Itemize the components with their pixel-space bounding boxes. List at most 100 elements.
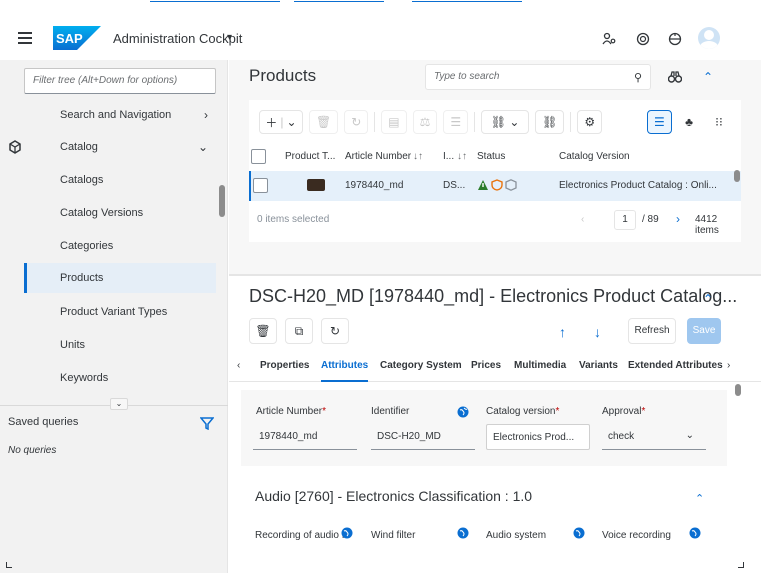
binoculars-icon[interactable] xyxy=(666,68,684,86)
collapse-queries-button[interactable]: ⌄ xyxy=(110,398,128,410)
refresh-icon[interactable]: ↻ xyxy=(321,318,349,344)
refresh-button[interactable]: Refresh xyxy=(628,318,676,344)
grid-view-icon[interactable]: ⁝⁝ xyxy=(707,110,731,134)
field-label-article-number: Article Number* xyxy=(256,406,327,417)
globe-icon[interactable] xyxy=(689,527,701,539)
sidebar-scrollbar[interactable] xyxy=(219,185,225,217)
collapse-icon[interactable]: ⌃ xyxy=(699,68,717,86)
field-label-catalog-version: Catalog version* xyxy=(486,406,560,417)
top-link[interactable] xyxy=(294,0,384,2)
add-button[interactable]: ＋ | ⌄ xyxy=(259,110,303,134)
top-link[interactable] xyxy=(412,0,522,2)
filter-icon[interactable] xyxy=(200,416,214,430)
article-number-field[interactable]: 1978440_md xyxy=(253,424,357,450)
sidebar-item-products[interactable]: Products xyxy=(24,263,216,293)
prev-page-icon[interactable]: ‹ xyxy=(581,214,584,225)
sort-icon[interactable]: ↓↑ xyxy=(413,151,423,162)
sort-icon[interactable]: ↓↑ xyxy=(457,151,467,162)
search-icon[interactable]: ⚲ xyxy=(634,71,642,84)
sap-logo: SAP xyxy=(53,26,101,50)
col-product-type[interactable]: Product T... xyxy=(285,151,335,162)
sidebar-item-search-navigation[interactable]: Search and Navigation › xyxy=(24,100,216,130)
sidebar-item-product-variant-types[interactable]: Product Variant Types xyxy=(24,297,216,327)
filter-tree-input[interactable]: Filter tree (Alt+Down for options) xyxy=(24,68,216,94)
refresh-icon[interactable]: ↻ xyxy=(344,110,369,134)
tab-properties[interactable]: Properties xyxy=(260,360,309,371)
balance-icon[interactable]: ⚖ xyxy=(412,110,438,134)
tab-multimedia[interactable]: Multimedia xyxy=(514,360,566,371)
sidebar-item-catalogs[interactable]: Catalogs xyxy=(24,165,216,195)
chevron-down-icon[interactable]: ▾ xyxy=(227,32,232,43)
sync-icon[interactable]: ⛓ xyxy=(535,110,565,134)
collapse-section-icon[interactable]: ⌃ xyxy=(695,492,704,505)
sidebar-item-units[interactable]: Units xyxy=(24,330,216,360)
tab-prices[interactable]: Prices xyxy=(471,360,501,371)
tabs-prev-icon[interactable]: ‹ xyxy=(237,360,240,371)
settings-icon[interactable]: ⚙ xyxy=(577,110,603,134)
field-label-audio-system: Audio system xyxy=(486,530,547,541)
search-placeholder: Type to search xyxy=(434,71,500,82)
sidebar-item-keywords[interactable]: Keywords xyxy=(24,363,216,393)
page-title: Products xyxy=(249,66,317,85)
approval-select[interactable]: check ⌄ xyxy=(602,424,706,450)
list-view-icon[interactable]: ☰ xyxy=(647,110,672,134)
tab-extended-attributes[interactable]: Extended Attributes xyxy=(628,360,724,371)
sidebar-item-catalog[interactable]: Catalog ⌄ xyxy=(9,132,216,162)
no-queries-text: No queries xyxy=(8,445,57,456)
table-header: Product T... Article Number ↓↑ I... ↓↑ S… xyxy=(249,145,741,169)
collapse-icon[interactable]: ⌃ xyxy=(699,290,717,308)
clone-icon[interactable]: ⧉ xyxy=(285,318,313,344)
tree-view-icon[interactable]: ♣ xyxy=(677,110,701,134)
arrow-up-icon[interactable]: ↑ xyxy=(559,324,566,340)
shield-icon xyxy=(491,179,503,191)
tab-variants[interactable]: Variants xyxy=(579,360,618,371)
select-all-checkbox[interactable] xyxy=(251,149,266,164)
table-row[interactable]: 1978440_md DS... Electronics Product Cat… xyxy=(249,171,741,201)
globe-icon[interactable] xyxy=(341,527,353,539)
save-button[interactable]: Save xyxy=(687,318,721,344)
sync-dropdown-button[interactable]: ⛓ ⌄ xyxy=(481,110,530,134)
catalog-version-field[interactable]: Electronics Prod... xyxy=(486,424,590,450)
table-footer: 0 items selected ‹ 1 / 89 › 4412 items xyxy=(249,206,741,236)
menu-icon[interactable] xyxy=(18,32,32,44)
delete-icon[interactable]: 🗑 xyxy=(309,110,339,134)
col-status[interactable]: Status xyxy=(477,151,505,162)
delete-icon[interactable]: 🗑 xyxy=(249,318,277,344)
shell-bar: SAP Administration Cockpit ▾ xyxy=(0,20,761,60)
search-input[interactable]: Type to search ⚲ xyxy=(425,64,651,90)
arrow-down-icon[interactable]: ↓ xyxy=(594,324,601,340)
help-icon[interactable] xyxy=(666,30,684,48)
avatar-icon[interactable] xyxy=(698,27,720,49)
compare-icon[interactable]: ▤ xyxy=(381,110,407,134)
notifications-icon[interactable] xyxy=(634,30,652,48)
identifier-field[interactable]: DSC-H20_MD xyxy=(371,424,475,450)
table-scrollbar[interactable] xyxy=(734,170,740,182)
edit-list-icon[interactable]: ☰ xyxy=(443,110,469,134)
sidebar-item-label: Catalog Versions xyxy=(60,207,144,219)
sidebar-item-categories[interactable]: Categories xyxy=(24,231,216,261)
tab-category-system[interactable]: Category System xyxy=(380,360,462,371)
page-input[interactable]: 1 xyxy=(614,210,636,230)
app-title[interactable]: Administration Cockpit xyxy=(113,31,242,46)
chevron-right-icon: › xyxy=(204,108,208,122)
globe-icon[interactable] xyxy=(457,527,469,539)
page-total: / 89 xyxy=(642,214,659,225)
col-identifier[interactable]: I... xyxy=(443,151,454,162)
top-link[interactable] xyxy=(150,0,280,2)
field-label-recording: Recording of audio fil xyxy=(255,530,349,541)
globe-icon[interactable] xyxy=(573,527,585,539)
toolbar-separator xyxy=(570,112,572,132)
col-article-number[interactable]: Article Number xyxy=(345,151,411,162)
detail-scrollbar[interactable] xyxy=(735,384,741,396)
user-switch-icon[interactable] xyxy=(600,30,618,48)
tab-attributes[interactable]: Attributes xyxy=(321,360,369,382)
main-content: Products Type to search ⚲ ⌃ ＋ | ⌄ 🗑 ↻ ▤ … xyxy=(229,60,761,573)
next-page-icon[interactable]: › xyxy=(676,212,680,226)
products-table-card: ＋ | ⌄ 🗑 ↻ ▤ ⚖ ☰ ⛓ ⌄ ⛓ ⚙ ☰ ♣ ⁝⁝ Product T… xyxy=(249,100,741,242)
row-checkbox[interactable] xyxy=(253,178,268,193)
sidebar-item-catalog-versions[interactable]: Catalog Versions xyxy=(24,198,216,228)
tabs-next-icon[interactable]: › xyxy=(727,360,730,371)
globe-icon[interactable] xyxy=(457,406,469,418)
sidebar-item-label: Categories xyxy=(60,240,114,252)
col-catalog-version[interactable]: Catalog Version xyxy=(559,151,630,162)
